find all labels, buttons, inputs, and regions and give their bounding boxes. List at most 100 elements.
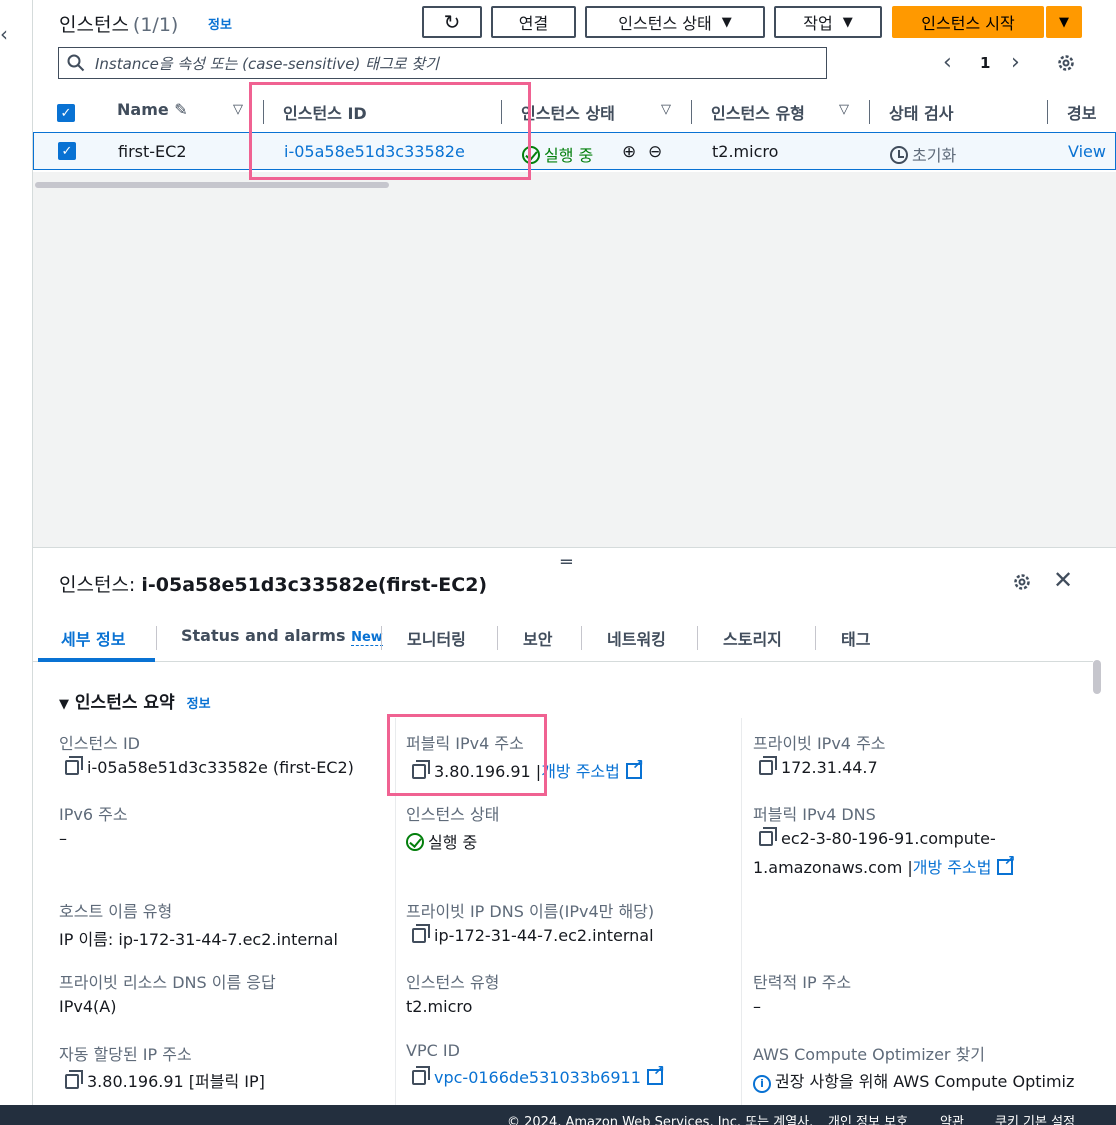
new-badge: New xyxy=(351,630,383,646)
table-empty-area xyxy=(33,172,1116,547)
cell-alarm-link[interactable]: View xyxy=(1068,142,1106,161)
horizontal-scrollbar[interactable] xyxy=(35,182,389,188)
highlight-box-public-ipv4 xyxy=(387,714,547,796)
caret-down-icon: ▼ xyxy=(1059,14,1069,30)
tab-monitoring[interactable]: 모니터링 xyxy=(407,626,466,650)
label-resource-dns: 프라이빗 리소스 DNS 이름 응답 xyxy=(59,973,276,992)
table-row[interactable]: ✓ first-EC2 i-05a58e51d3c33582e 실행 중 ⊕ ⊖… xyxy=(33,132,1116,170)
column-header-status-check[interactable]: 상태 검사 xyxy=(889,100,953,124)
column-divider[interactable] xyxy=(869,100,870,124)
vpc-id-link[interactable]: vpc-0166de531033b6911 xyxy=(434,1068,641,1087)
tab-details[interactable]: 세부 정보 xyxy=(61,626,125,650)
copy-icon[interactable] xyxy=(65,756,83,775)
tab-tags[interactable]: 태그 xyxy=(841,626,870,650)
refresh-button[interactable]: ↻ xyxy=(422,6,482,38)
active-tab-indicator xyxy=(38,658,155,662)
state-text: 실행 중 xyxy=(544,146,594,165)
value-resource-dns: IPv4(A) xyxy=(59,997,117,1016)
page-number[interactable]: 1 xyxy=(980,54,990,72)
column-divider xyxy=(741,718,742,1108)
copy-icon[interactable] xyxy=(412,924,430,943)
actions-button[interactable]: 작업 ▼ xyxy=(774,6,882,38)
tab-status-alarms[interactable]: Status and alarms New xyxy=(181,626,383,646)
zoom-out-icon[interactable]: ⊖ xyxy=(648,142,662,162)
value-public-dns-line1: ec2-3-80-196-91.compute- xyxy=(759,827,996,848)
footer-privacy-link[interactable]: 개인 정보 보호 xyxy=(828,1111,908,1125)
copy-icon[interactable] xyxy=(65,1070,83,1089)
value-instance-state: 실행 중 xyxy=(406,829,477,853)
label-instance-type: 인스턴스 유형 xyxy=(406,973,500,992)
footer-cookies-link[interactable]: 쿠키 기본 설정 xyxy=(995,1111,1075,1125)
instance-state-button[interactable]: 인스턴스 상태 ▼ xyxy=(585,6,765,38)
external-link-icon[interactable] xyxy=(625,757,644,779)
left-rail: ‹ xyxy=(0,0,33,1105)
info-link[interactable]: 정보 xyxy=(208,14,232,33)
copy-icon[interactable] xyxy=(759,756,777,775)
cell-instance-type: t2.micro xyxy=(712,142,779,161)
tab-divider xyxy=(697,626,698,650)
label-instance-id: 인스턴스 ID xyxy=(59,734,141,753)
panel-title-prefix: 인스턴스: xyxy=(59,574,136,596)
prev-page-icon[interactable]: ‹ xyxy=(943,50,952,75)
external-link-icon[interactable] xyxy=(997,853,1015,875)
section-title: 인스턴스 요약 xyxy=(74,693,175,713)
external-link-icon[interactable] xyxy=(646,1063,665,1085)
column-header-instance-type[interactable]: 인스턴스 유형 xyxy=(711,100,805,124)
column-divider[interactable] xyxy=(1047,100,1048,124)
sort-icon[interactable]: ▽ xyxy=(233,102,243,117)
value-compute-optimizer[interactable]: i 권장 사항을 위해 AWS Compute Optimiz xyxy=(753,1068,1083,1093)
sort-icon[interactable]: ▽ xyxy=(839,102,849,117)
launch-dropdown-button[interactable]: ▼ xyxy=(1046,6,1082,38)
column-header-alarm[interactable]: 경보 xyxy=(1067,100,1096,124)
footer: © 2024, Amazon Web Services, Inc. 또는 계열사… xyxy=(0,1105,1116,1125)
value-instance-id: i-05a58e51d3c33582e (first-EC2) xyxy=(65,756,354,777)
next-page-icon[interactable]: › xyxy=(1011,50,1020,75)
column-header-instance-state[interactable]: 인스턴스 상태 xyxy=(521,100,615,124)
open-address-link[interactable]: 개방 주소법 xyxy=(913,858,992,877)
instance-state-label: 인스턴스 상태 xyxy=(618,14,712,33)
panel-settings-gear-icon[interactable] xyxy=(1012,572,1032,592)
open-address-link[interactable]: 개방 주소법 xyxy=(541,762,620,781)
tab-networking[interactable]: 네트워킹 xyxy=(607,626,666,650)
column-divider[interactable] xyxy=(691,100,692,124)
section-header[interactable]: ▼ 인스턴스 요약 정보 xyxy=(59,688,211,713)
launch-instance-label: 인스턴스 시작 xyxy=(921,14,1015,33)
label-instance-state: 인스턴스 상태 xyxy=(406,805,500,824)
search-field[interactable]: Instance을 속성 또는 (case-sensitive) 태그로 찾기 xyxy=(58,47,827,79)
header: 인스턴스 (1/1) 정보 ↻ 연결 인스턴스 상태 ▼ 작업 ▼ 인스턴스 시작… xyxy=(33,0,1116,44)
close-icon[interactable]: ✕ xyxy=(1053,566,1073,594)
section-info-link[interactable]: 정보 xyxy=(187,697,211,712)
private-dns-text: ip-172-31-44-7.ec2.internal xyxy=(434,926,654,945)
cell-name: first-EC2 xyxy=(118,142,187,161)
table-header: ✓ Name ✎ ▽ 인스턴스 ID 인스턴스 상태 ▽ 인스턴스 유형 ▽ 상… xyxy=(33,92,1116,132)
label-private-ipv4: 프라이빗 IPv4 주소 xyxy=(753,734,886,753)
chevron-left-icon[interactable]: ‹ xyxy=(0,22,8,46)
column-header-name[interactable]: Name ✎ xyxy=(117,100,188,119)
value-vpc-id: vpc-0166de531033b6911 xyxy=(412,1063,665,1087)
page-title-text: 인스턴스 xyxy=(59,14,129,36)
copy-icon[interactable] xyxy=(412,1066,430,1085)
select-all-checkbox[interactable]: ✓ xyxy=(57,104,75,122)
tab-divider xyxy=(815,626,816,650)
row-checkbox[interactable]: ✓ xyxy=(58,142,76,160)
status-check-text: 초기화 xyxy=(912,146,957,165)
sort-icon[interactable]: ▽ xyxy=(661,102,671,117)
tab-storage[interactable]: 스토리지 xyxy=(723,626,782,650)
refresh-icon: ↻ xyxy=(443,10,461,34)
value-auto-ip: 3.80.196.91 [퍼블릭 IP] xyxy=(65,1068,265,1092)
tab-security[interactable]: 보안 xyxy=(523,626,552,650)
settings-gear-icon[interactable] xyxy=(1056,53,1076,73)
footer-terms-link[interactable]: 약관 xyxy=(940,1111,964,1125)
public-dns-text-2: 1.amazonaws.com xyxy=(753,858,903,877)
highlight-box-instance-id xyxy=(249,82,531,180)
vertical-scrollbar[interactable] xyxy=(1093,660,1101,694)
value-private-ipv4: 172.31.44.7 xyxy=(759,756,878,777)
drag-handle-icon[interactable]: ═ xyxy=(561,552,572,573)
copy-icon[interactable] xyxy=(759,827,777,846)
info-icon: i xyxy=(753,1075,771,1093)
launch-instance-button[interactable]: 인스턴스 시작 xyxy=(892,6,1044,38)
zoom-in-icon[interactable]: ⊕ xyxy=(622,142,636,162)
state-text: 실행 중 xyxy=(428,833,478,852)
connect-button[interactable]: 연결 xyxy=(491,6,576,38)
label-ipv6: IPv6 주소 xyxy=(59,805,128,824)
